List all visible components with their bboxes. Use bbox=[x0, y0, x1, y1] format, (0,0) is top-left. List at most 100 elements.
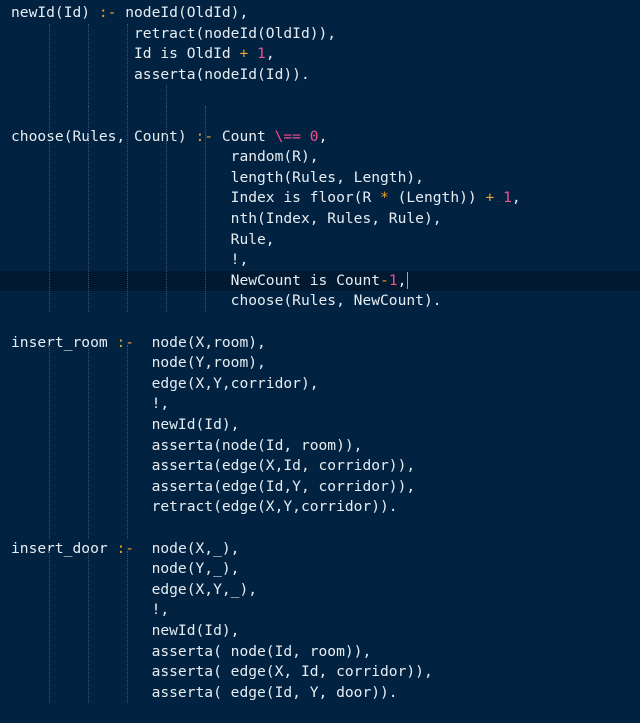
indent-guide bbox=[49, 23, 50, 106]
operator-token: + bbox=[239, 45, 249, 63]
operator-token: * bbox=[380, 189, 389, 207]
code-token: , bbox=[318, 127, 328, 145]
indent-guide bbox=[166, 85, 167, 106]
code-token: newId(Id), bbox=[11, 622, 240, 639]
code-line[interactable]: newId(Id) :- nodeId(OldId), bbox=[0, 3, 640, 24]
code-line[interactable]: edge(X,Y,_), bbox=[0, 580, 640, 601]
code-line[interactable]: retract(edge(X,Y,corridor)). bbox=[0, 497, 640, 518]
code-line[interactable]: asserta(nodeId(Id)). bbox=[0, 65, 640, 86]
code-line[interactable]: nth(Index, Rules, Rule), bbox=[0, 209, 640, 230]
code-token: , bbox=[511, 189, 521, 207]
number-token: 0 bbox=[309, 127, 319, 145]
code-token: nth(Index, Rules, Rule), bbox=[11, 210, 442, 227]
code-token: !, bbox=[11, 251, 249, 269]
code-token: asserta( node(Id, room)), bbox=[11, 642, 372, 660]
code-token: random(R), bbox=[11, 148, 319, 166]
indent-guide bbox=[88, 550, 89, 704]
code-line[interactable]: node(Y,_), bbox=[0, 559, 640, 580]
code-token: newId(Id) bbox=[11, 4, 99, 21]
number-token: 1 bbox=[257, 45, 266, 63]
code-token: edge(X,Y,_), bbox=[11, 580, 258, 598]
code-token: Index is floor(R bbox=[11, 189, 381, 207]
indent-guide bbox=[88, 344, 89, 539]
code-token: node(X,_), bbox=[134, 539, 240, 557]
code-line[interactable] bbox=[0, 312, 640, 333]
code-token: Rule, bbox=[11, 230, 275, 248]
indent-guide bbox=[88, 23, 89, 106]
code-token: node(Y,_), bbox=[11, 560, 240, 578]
operator-token: - bbox=[380, 271, 389, 289]
text-cursor bbox=[407, 272, 409, 290]
code-line[interactable]: Id is OldId + 1, bbox=[0, 44, 640, 65]
code-token: insert_room bbox=[11, 333, 117, 351]
code-line[interactable]: Rule, bbox=[0, 230, 640, 251]
code-line[interactable]: random(R), bbox=[0, 147, 640, 168]
operator-token: :- bbox=[98, 4, 117, 21]
code-token: , bbox=[265, 45, 275, 63]
number-token: 1 bbox=[388, 271, 398, 289]
code-token: (Length)) bbox=[388, 189, 486, 207]
code-line[interactable]: newId(Id), bbox=[0, 621, 640, 642]
code-token: !, bbox=[11, 395, 170, 413]
code-line[interactable]: retract(nodeId(OldId)), bbox=[0, 24, 640, 45]
code-line[interactable] bbox=[0, 85, 640, 106]
indent-guide bbox=[205, 106, 206, 312]
code-line[interactable]: NewCount is Count-1, bbox=[0, 270, 640, 292]
code-line[interactable]: node(Y,room), bbox=[0, 353, 640, 374]
indent-guide bbox=[127, 23, 128, 106]
number-token: 1 bbox=[503, 189, 512, 207]
code-line[interactable]: !, bbox=[0, 250, 640, 271]
code-token: Id is OldId bbox=[11, 45, 240, 63]
code-token: asserta(nodeId(Id)). bbox=[11, 65, 310, 83]
code-token: NewCount is Count bbox=[11, 271, 381, 289]
code-token: asserta( edge(Id, Y, door)). bbox=[11, 683, 398, 701]
code-token: retract(nodeId(OldId)), bbox=[11, 24, 337, 42]
code-line[interactable]: asserta( edge(Id, Y, door)). bbox=[0, 683, 640, 704]
code-line[interactable]: asserta( node(Id, room)), bbox=[0, 642, 640, 663]
indent-guide bbox=[127, 344, 128, 539]
indent-guide bbox=[166, 106, 167, 312]
indent-guide bbox=[49, 344, 50, 539]
code-token: choose(Rules, NewCount). bbox=[11, 292, 442, 310]
code-token: Count bbox=[213, 127, 275, 145]
indent-guide bbox=[88, 106, 89, 312]
operator-token: + bbox=[485, 189, 495, 207]
code-token: , bbox=[397, 271, 407, 289]
number-token: \== bbox=[274, 127, 301, 145]
code-token: asserta(node(Id, room)), bbox=[11, 436, 363, 454]
code-token: choose(Rules, Count) bbox=[11, 127, 196, 145]
indent-guide bbox=[127, 106, 128, 312]
code-line[interactable]: asserta(edge(Id,Y, corridor)), bbox=[0, 477, 640, 498]
code-token: asserta(edge(Id,Y, corridor)), bbox=[11, 477, 416, 495]
code-line[interactable]: choose(Rules, Count) :- Count \== 0, bbox=[0, 127, 640, 148]
code-line[interactable]: !, bbox=[0, 600, 640, 621]
indent-guide bbox=[127, 550, 128, 704]
code-line[interactable] bbox=[0, 106, 640, 127]
code-line[interactable]: asserta(edge(X,Id, corridor)), bbox=[0, 456, 640, 477]
operator-token: :- bbox=[116, 539, 135, 557]
code-line[interactable] bbox=[0, 518, 640, 539]
code-line[interactable]: choose(Rules, NewCount). bbox=[0, 291, 640, 312]
code-token: node(X,room), bbox=[134, 333, 266, 351]
code-line[interactable]: !, bbox=[0, 394, 640, 415]
code-token: asserta(edge(X,Id, corridor)), bbox=[11, 457, 416, 475]
code-token: nodeId(OldId), bbox=[116, 4, 249, 21]
code-line[interactable]: edge(X,Y,corridor), bbox=[0, 374, 640, 395]
code-line[interactable]: Index is floor(R * (Length)) + 1, bbox=[0, 188, 640, 209]
code-token: newId(Id), bbox=[11, 416, 240, 433]
code-line[interactable]: length(Rules, Length), bbox=[0, 168, 640, 189]
operator-token: :- bbox=[116, 333, 135, 351]
indent-guide bbox=[49, 550, 50, 704]
code-editor[interactable]: newId(Id) :- nodeId(OldId), retract(node… bbox=[0, 0, 640, 723]
code-line[interactable]: insert_door :- node(X,_), bbox=[0, 539, 640, 560]
code-line[interactable]: asserta( edge(X, Id, corridor)), bbox=[0, 662, 640, 683]
code-token: edge(X,Y,corridor), bbox=[11, 374, 319, 392]
code-token: asserta( edge(X, Id, corridor)), bbox=[11, 663, 433, 681]
code-line[interactable]: asserta(node(Id, room)), bbox=[0, 436, 640, 457]
code-line[interactable]: insert_room :- node(X,room), bbox=[0, 333, 640, 354]
code-token: !, bbox=[11, 601, 170, 619]
code-line[interactable]: newId(Id), bbox=[0, 415, 640, 436]
